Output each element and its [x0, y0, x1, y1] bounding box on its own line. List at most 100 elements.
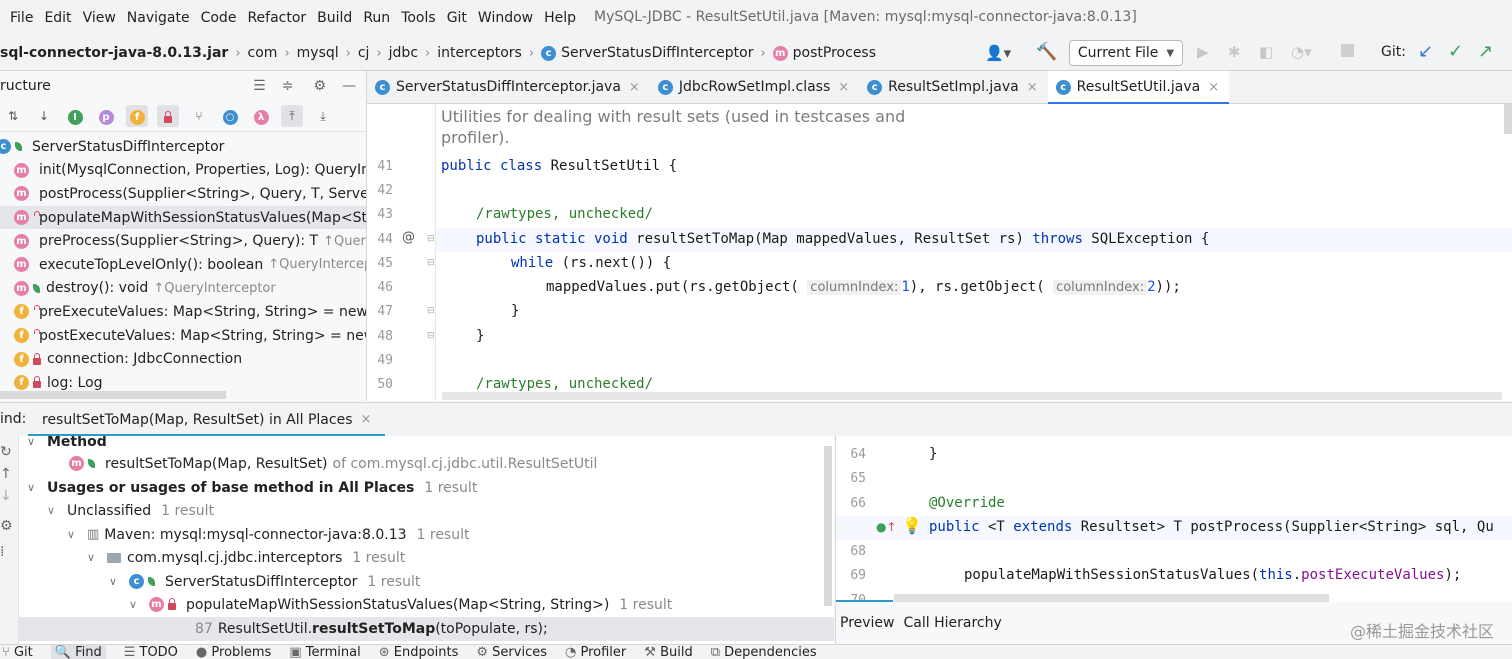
tab-call-hierarchy[interactable]: Call Hierarchy	[904, 615, 1002, 631]
collapse-all-icon[interactable]: ≑	[282, 78, 294, 94]
tree-node-class[interactable]: ∨ c ServerStatusDiffInterceptor 1 result	[109, 570, 420, 594]
structure-item-selected[interactable]: m populateMapWithSessionStatusValues(Map…	[0, 205, 366, 230]
tree-node-unclassified[interactable]: ∨ Unclassified 1 result	[47, 499, 214, 523]
show-properties-icon[interactable]: p	[95, 105, 117, 127]
chevron-down-icon[interactable]: ∨	[47, 504, 61, 517]
preview-hscrollbar[interactable]	[894, 594, 1329, 602]
menu-view[interactable]: View	[83, 10, 116, 26]
menu-edit[interactable]: Edit	[44, 10, 71, 26]
tab-serverstatusdiffinterceptor[interactable]: c ServerStatusDiffInterceptor.java ×	[367, 71, 650, 103]
breadcrumb-mysql[interactable]: mysql	[297, 45, 339, 61]
tab-resultsetimpl[interactable]: c ResultSetImpl.java ×	[859, 71, 1047, 103]
menu-navigate[interactable]: Navigate	[127, 10, 190, 26]
gear-icon[interactable]: ⚙	[0, 504, 18, 534]
profile-icon[interactable]: ◔▾	[1291, 43, 1312, 61]
tab-resultsetutil[interactable]: c ResultSetUtil.java ×	[1047, 71, 1230, 104]
chevron-down-icon[interactable]: ∨	[129, 598, 143, 611]
breadcrumb-cj[interactable]: cj	[358, 45, 370, 61]
editor-hscrollbar[interactable]	[442, 392, 1502, 400]
show-non-public-icon[interactable]	[157, 105, 179, 127]
tool-services[interactable]: ⚙ Services	[476, 645, 547, 659]
tool-profiler[interactable]: ◔ Profiler	[565, 645, 626, 659]
autoscroll-to-source-icon[interactable]: ⤒	[281, 105, 303, 127]
structure-root[interactable]: c ServerStatusDiffInterceptor	[0, 135, 366, 159]
preview-pane[interactable]: 64 65 66 67 68 69 70 ●↑ 💡 } @Override pu…	[835, 436, 1512, 602]
close-icon[interactable]: ×	[360, 412, 371, 427]
gear-icon[interactable]: ⚙	[313, 78, 326, 94]
sort-visibility-icon[interactable]: ⇅	[2, 105, 24, 127]
tool-endpoints[interactable]: ⊛ Endpoints	[379, 645, 459, 659]
rerun-icon[interactable]: ↻	[0, 436, 18, 460]
chevron-down-icon[interactable]: ∨	[67, 528, 81, 541]
close-icon[interactable]: ×	[629, 80, 640, 95]
tab-preview[interactable]: Preview	[840, 615, 895, 631]
run-icon[interactable]: ▶	[1197, 43, 1209, 61]
autoscroll-from-source-icon[interactable]: ⤓	[312, 105, 334, 127]
menu-window[interactable]: Window	[478, 10, 533, 26]
structure-item[interactable]: m executeTopLevelOnly(): boolean ↑QueryI…	[0, 253, 366, 277]
breadcrumb-com[interactable]: com	[248, 45, 278, 61]
implements-gutter-icon[interactable]: @	[402, 230, 415, 245]
chevron-down-icon[interactable]: ∨	[27, 481, 41, 494]
fold-icon[interactable]: ⊟	[427, 331, 435, 341]
menu-git[interactable]: Git	[447, 10, 467, 26]
tool-find[interactable]: 🔍 Find	[50, 645, 106, 659]
menu-file[interactable]: File	[10, 10, 33, 26]
tool-terminal[interactable]: ▣ Terminal	[289, 645, 360, 659]
tree-node-usages[interactable]: ∨ Usages or usages of base method in All…	[27, 476, 477, 500]
structure-item[interactable]: m destroy(): void ↑QueryInterceptor	[0, 277, 366, 301]
tool-problems[interactable]: ● Problems	[196, 645, 271, 659]
show-lambdas-icon[interactable]: ⑂	[188, 105, 210, 127]
editor-vscrollbar[interactable]	[1504, 104, 1512, 134]
structure-item[interactable]: m postProcess(Supplier<String>, Query, T…	[0, 182, 366, 206]
chevron-down-icon[interactable]: ∨	[109, 575, 123, 588]
user-icon[interactable]: 👤▾	[985, 44, 1011, 62]
close-icon[interactable]: ×	[1027, 80, 1038, 95]
chevron-down-icon[interactable]: ∨	[87, 551, 101, 564]
minimize-icon[interactable]: —	[342, 78, 356, 94]
breadcrumb-method[interactable]: postProcess	[793, 45, 876, 61]
menu-code[interactable]: Code	[201, 10, 237, 26]
fold-icon[interactable]: ⊟	[427, 306, 435, 316]
tree-node-package[interactable]: ∨ com.mysql.cj.jdbc.interceptors 1 resul…	[87, 546, 405, 570]
menu-help[interactable]: Help	[544, 10, 576, 26]
show-fields-icon[interactable]: f	[126, 105, 148, 127]
tool-todo[interactable]: ☰ TODO	[124, 645, 178, 659]
menu-run[interactable]: Run	[363, 10, 390, 26]
structure-item[interactable]: m init(MysqlConnection, Properties, Log)…	[0, 159, 366, 183]
close-icon[interactable]: ×	[838, 80, 849, 95]
tab-jdbcrowsetimpl[interactable]: c JdbcRowSetImpl.class ×	[650, 71, 859, 103]
structure-item[interactable]: m preProcess(Supplier<String>, Query): T…	[0, 229, 366, 253]
lightbulb-icon[interactable]: 💡	[902, 516, 922, 535]
find-tree-vscrollbar[interactable]	[824, 446, 832, 606]
structure-item[interactable]: f postExecuteValues: Map<String, String>…	[0, 324, 366, 348]
down-arrow-icon[interactable]: ↓	[0, 482, 18, 504]
fold-icon[interactable]: ⊟	[427, 258, 435, 268]
fold-icon[interactable]: ⊟	[427, 234, 435, 244]
run-config-select[interactable]: Current File ▼	[1069, 40, 1183, 66]
menu-tools[interactable]: Tools	[401, 10, 436, 26]
chevron-down-icon[interactable]: ∨	[27, 436, 41, 448]
tree-node-maven[interactable]: ∨ ▥ Maven: mysql:mysql-connector-java:8.…	[67, 523, 469, 547]
tool-git[interactable]: ⑂ Git	[2, 645, 33, 659]
structure-item[interactable]: f preExecuteValues: Map<String, String> …	[0, 300, 366, 324]
breadcrumb-class[interactable]: ServerStatusDiffInterceptor	[561, 45, 753, 61]
expand-all-icon[interactable]: ☰	[253, 78, 266, 94]
git-commit-icon[interactable]: ✓	[1448, 41, 1463, 62]
tree-node-usage-line[interactable]: 87 ResultSetUtil. resultSetToMap (toPopu…	[19, 617, 834, 641]
tool-dependencies[interactable]: ⧉ Dependencies	[711, 645, 817, 659]
breadcrumb-jdbc[interactable]: jdbc	[389, 45, 418, 61]
group-icon[interactable]: ⁞	[0, 534, 18, 560]
tree-node-method2[interactable]: ∨ m populateMapWithSessionStatusValues(M…	[129, 593, 672, 617]
show-inherited-icon[interactable]: I	[64, 105, 86, 127]
menu-refactor[interactable]: Refactor	[247, 10, 306, 26]
sort-alpha-icon[interactable]: ↓	[33, 105, 55, 127]
override-gutter-icon[interactable]: ●↑	[876, 520, 897, 534]
git-update-icon[interactable]: ↙	[1418, 41, 1433, 62]
tree-node-method[interactable]: m resultSetToMap(Map, ResultSet) of com.…	[69, 452, 597, 476]
tree-node-method-header[interactable]: ∨ Method	[27, 436, 107, 454]
coverage-icon[interactable]: ◧	[1259, 43, 1273, 61]
show-lambda-icon[interactable]: λ	[250, 105, 272, 127]
structure-hscrollbar[interactable]	[0, 391, 226, 399]
debug-icon[interactable]: ✱	[1228, 43, 1241, 61]
